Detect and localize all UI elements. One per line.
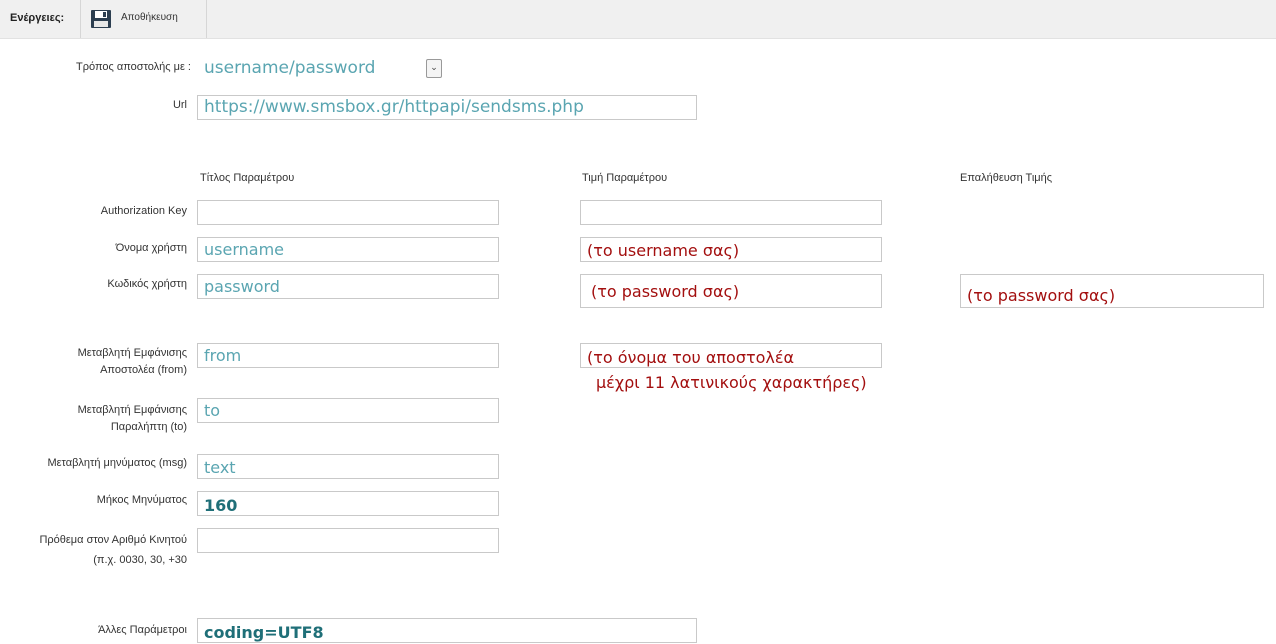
save-button[interactable]: Αποθήκευση (84, 4, 204, 34)
save-button-label: Αποθήκευση (121, 12, 178, 23)
send-method-select[interactable]: username/password ⌄ (198, 56, 442, 82)
send-method-value: username/password (204, 58, 376, 78)
auth-key-value-input[interactable] (580, 200, 882, 225)
from-value-note: μέχρι 11 λατινικούς χαρακτήρες) (596, 373, 867, 392)
url-label: Url (172, 99, 187, 111)
from-title-input[interactable]: from (197, 343, 499, 368)
password-value-input[interactable]: (το password σας) (580, 274, 882, 308)
actions-toolbar: Ενέργειες: Αποθήκευση (0, 0, 1276, 39)
send-method-label: Τρόπος αποστολής με : (76, 61, 191, 73)
auth-key-title-input[interactable] (197, 200, 499, 225)
other-params-input[interactable]: coding=UTF8 (197, 618, 697, 643)
msg-label: Μεταβλητή μηνύματος (msg) (47, 457, 187, 469)
url-input[interactable]: https://www.smsbox.gr/httpapi/sendsms.ph… (197, 95, 697, 120)
from-label-line2: Αποστολέα (from) (100, 364, 187, 376)
prefix-title-input[interactable] (197, 528, 499, 553)
floppy-disk-icon (90, 9, 112, 32)
from-label-line1: Μεταβλητή Εμφάνισης (77, 347, 187, 359)
username-title-input[interactable]: username (197, 237, 499, 262)
password-title-input[interactable]: password (197, 274, 499, 299)
length-label: Μήκος Μηνύματος (96, 494, 187, 506)
column-header-param-title: Τίτλος Παραμέτρου (200, 172, 295, 184)
from-label: Μεταβλητή Εμφάνισης Αποστολέα (from) (20, 345, 187, 379)
password-verification-input[interactable]: (το password σας) (960, 274, 1264, 308)
from-value-input[interactable]: (το όνομα του αποστολέα (580, 343, 882, 368)
column-header-value-verification: Επαλήθευση Τιμής (960, 172, 1053, 184)
password-label: Κωδικός χρήστη (107, 278, 187, 290)
to-label-line2: Παραλήπτη (to) (110, 421, 187, 433)
toolbar-divider (80, 0, 81, 38)
prefix-label: Πρόθεμα στον Αριθμό Κινητού (π.χ. 0030, … (0, 530, 187, 570)
username-label: Όνομα χρήστη (115, 242, 187, 254)
to-label: Μεταβλητή Εμφάνισης Παραλήπτη (to) (20, 402, 187, 436)
chevron-down-icon[interactable]: ⌄ (426, 59, 442, 78)
to-title-input[interactable]: to (197, 398, 499, 423)
username-value-input[interactable]: (το username σας) (580, 237, 882, 262)
to-label-line1: Μεταβλητή Εμφάνισης (77, 404, 187, 416)
other-params-label: Άλλες Παράμετροι (98, 624, 187, 636)
prefix-label-line1: Πρόθεμα στον Αριθμό Κινητού (39, 534, 187, 546)
length-title-input[interactable]: 160 (197, 491, 499, 516)
column-header-param-value: Τιμή Παραμέτρου (582, 172, 668, 184)
actions-label: Ενέργειες: (10, 12, 65, 24)
auth-key-label: Authorization Key (100, 205, 187, 217)
msg-title-input[interactable]: text (197, 454, 499, 479)
prefix-label-line2: (π.χ. 0030, 30, +30 (93, 554, 187, 566)
toolbar-divider (206, 0, 207, 38)
